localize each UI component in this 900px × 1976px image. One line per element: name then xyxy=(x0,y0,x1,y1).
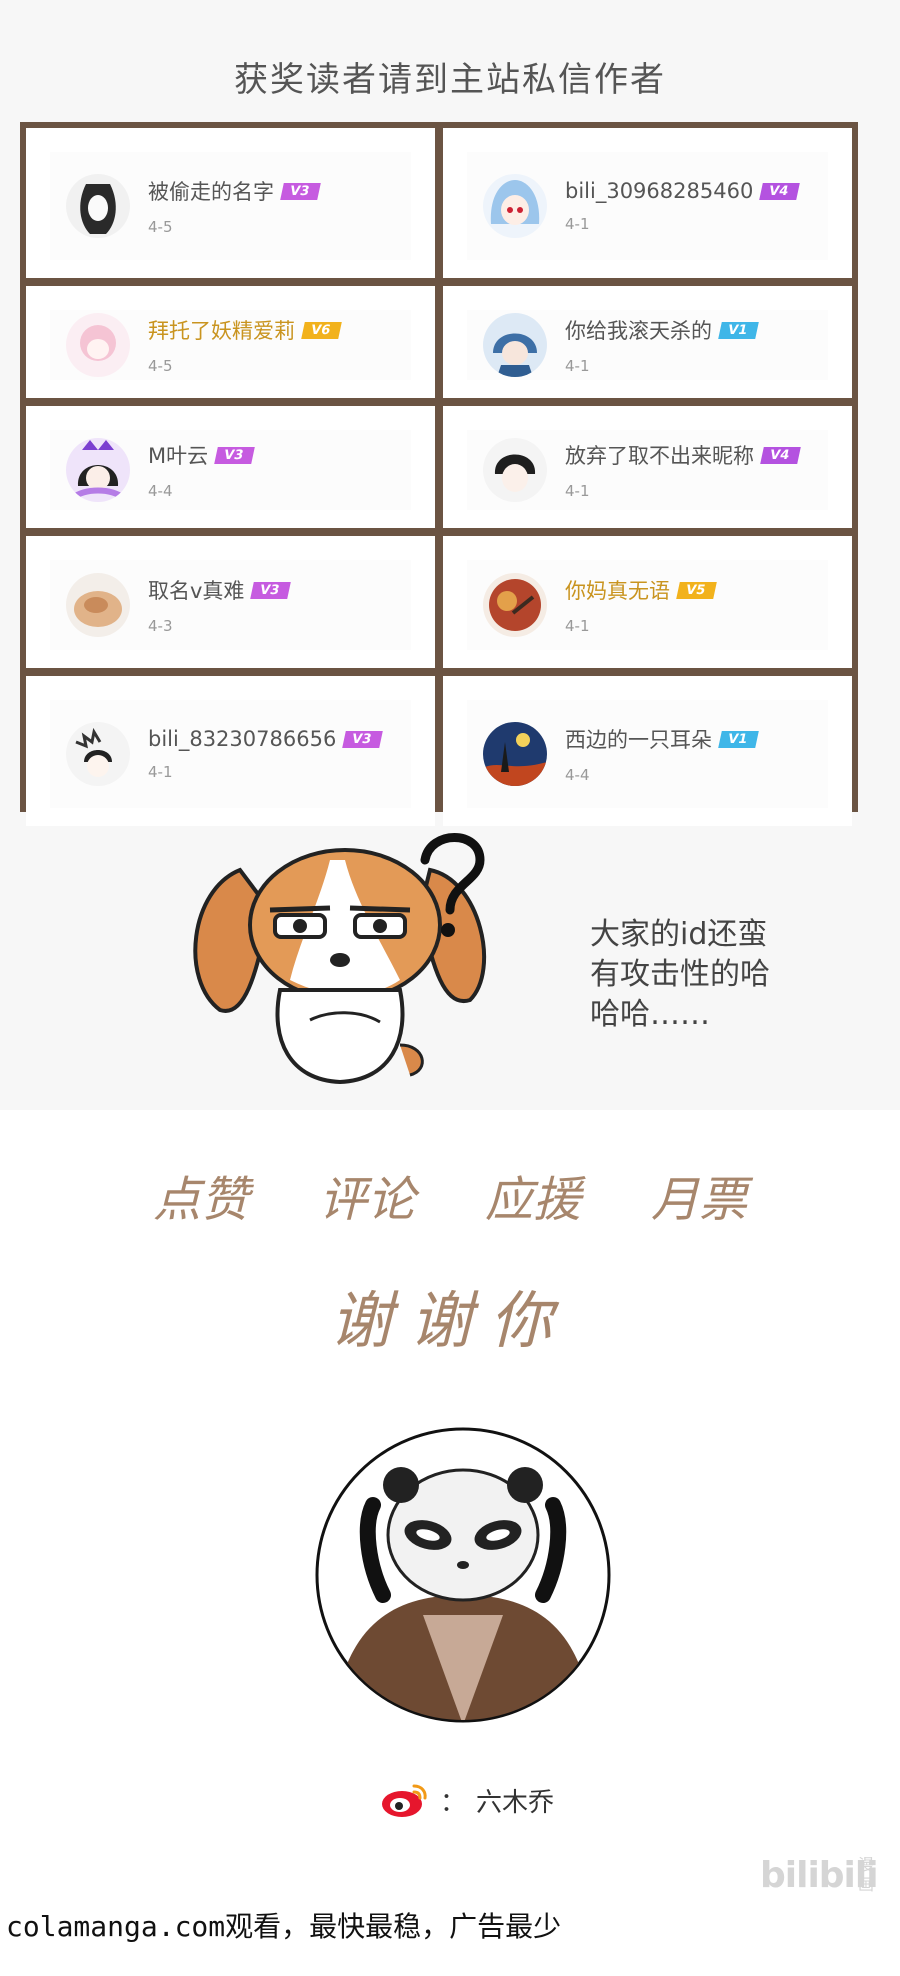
winner-name: 取名v真难 xyxy=(148,579,245,603)
winner-date: 4-1 xyxy=(565,482,590,500)
level-badge: V1 xyxy=(718,321,759,339)
winner-cell: 你给我滚天杀的 V1 4-1 xyxy=(443,286,852,398)
footer-site-text: colamanga.com观看，最快最稳，广告最少 xyxy=(6,1910,562,1943)
thanks-actions: 点赞 评论 应援 月票 xyxy=(0,1160,900,1230)
winner-card: 你妈真无语 V5 4-1 xyxy=(467,560,828,650)
user-avatar xyxy=(66,722,130,786)
thanks-like: 点赞 xyxy=(152,1172,249,1228)
winner-card: bili_83230786656 V3 4-1 xyxy=(50,700,411,808)
winner-card: bili_30968285460 V4 4-1 xyxy=(467,152,828,260)
winner-cell: bili_83230786656 V3 4-1 xyxy=(26,676,435,826)
level-badge: V3 xyxy=(250,581,292,599)
winner-name: 拜托了妖精爱莉 xyxy=(148,319,295,343)
thanks-comment: 评论 xyxy=(318,1172,415,1228)
level-badge: V4 xyxy=(760,446,801,464)
level-badge: V3 xyxy=(214,446,256,464)
winner-name: 你给我滚天杀的 xyxy=(565,319,712,343)
winner-card: 被偷走的名字 V3 4-5 xyxy=(50,152,411,260)
winner-card: M叶云 V3 4-4 xyxy=(50,430,411,510)
user-avatar xyxy=(483,573,547,637)
winner-cell: 拜托了妖精爱莉 V6 4-5 xyxy=(26,286,435,398)
winner-cell: 你妈真无语 V5 4-1 xyxy=(443,536,852,668)
winner-name: bili_30968285460 xyxy=(565,179,754,203)
user-avatar xyxy=(66,573,130,637)
user-avatar xyxy=(66,313,130,377)
winner-date: 4-5 xyxy=(148,357,173,375)
page-title: 获奖读者请到主站私信作者 xyxy=(234,60,666,100)
author-name: 六木乔 xyxy=(476,1787,555,1818)
winner-name: 西边的一只耳朵 xyxy=(565,728,712,752)
winner-card: 放弃了取不出来昵称 V4 4-1 xyxy=(467,430,828,510)
winner-date: 4-1 xyxy=(148,763,173,781)
weibo-icon xyxy=(382,1784,427,1817)
user-avatar xyxy=(483,313,547,377)
level-badge: V5 xyxy=(676,581,717,599)
winner-cell: 取名v真难 V3 4-3 xyxy=(26,536,435,668)
winner-name: 放弃了取不出来昵称 xyxy=(565,444,754,468)
winner-name: 被偷走的名字 xyxy=(148,180,274,204)
winner-date: 4-5 xyxy=(148,218,173,236)
winner-date: 4-1 xyxy=(565,357,590,375)
thanks-monthly-ticket: 月票 xyxy=(651,1172,748,1228)
winner-cell: 被偷走的名字 V3 4-5 xyxy=(26,128,435,278)
winner-cell: 西边的一只耳朵 V1 4-4 xyxy=(443,676,852,826)
puzzled-dog-illustration xyxy=(193,833,486,1085)
user-avatar xyxy=(483,438,547,502)
level-badge: V1 xyxy=(718,730,759,748)
speech-line: 哈哈…… xyxy=(590,997,710,1032)
winner-name: M叶云 xyxy=(148,444,209,468)
speech-text: 大家的id还蛮 有攻击性的哈 哈哈…… xyxy=(590,915,770,1035)
winners-grid: 被偷走的名字 V3 4-5 bili_30968285460 V4 4-1 拜托… xyxy=(20,122,858,826)
winner-card: 西边的一只耳朵 V1 4-4 xyxy=(467,700,828,808)
speech-line: 有攻击性的哈 xyxy=(590,957,770,992)
winner-date: 4-4 xyxy=(148,482,173,500)
thanks-closing: 谢谢你 xyxy=(329,1284,570,1357)
winner-cell: bili_30968285460 V4 4-1 xyxy=(443,128,852,278)
user-avatar xyxy=(66,438,130,502)
user-avatar xyxy=(66,174,130,238)
bilibili-manga-label: 漫画 xyxy=(858,1855,875,1894)
level-badge: V3 xyxy=(280,182,321,200)
user-avatar xyxy=(483,174,547,238)
winner-name: bili_83230786656 xyxy=(148,727,337,751)
level-badge: V4 xyxy=(759,182,801,200)
level-badge: V3 xyxy=(342,730,384,748)
winner-card: 取名v真难 V3 4-3 xyxy=(50,560,411,650)
winner-card: 你给我滚天杀的 V1 4-1 xyxy=(467,310,828,380)
thanks-support: 应援 xyxy=(485,1172,582,1228)
winner-date: 4-4 xyxy=(565,766,590,784)
level-badge: V6 xyxy=(301,321,342,339)
author-avatar xyxy=(315,1427,611,1723)
winner-cell: 放弃了取不出来昵称 V4 4-1 xyxy=(443,406,852,528)
user-avatar xyxy=(483,722,547,786)
winner-name: 你妈真无语 xyxy=(565,579,670,603)
winner-card: 拜托了妖精爱莉 V6 4-5 xyxy=(50,310,411,380)
weibo-separator: ： xyxy=(440,1787,467,1818)
winner-date: 4-1 xyxy=(565,617,590,635)
winner-date: 4-1 xyxy=(565,215,590,233)
winner-date: 4-3 xyxy=(148,617,173,635)
winner-cell: M叶云 V3 4-4 xyxy=(26,406,435,528)
author-weibo: ： 六木乔 xyxy=(380,1780,554,1820)
speech-line: 大家的id还蛮 xyxy=(590,917,768,952)
